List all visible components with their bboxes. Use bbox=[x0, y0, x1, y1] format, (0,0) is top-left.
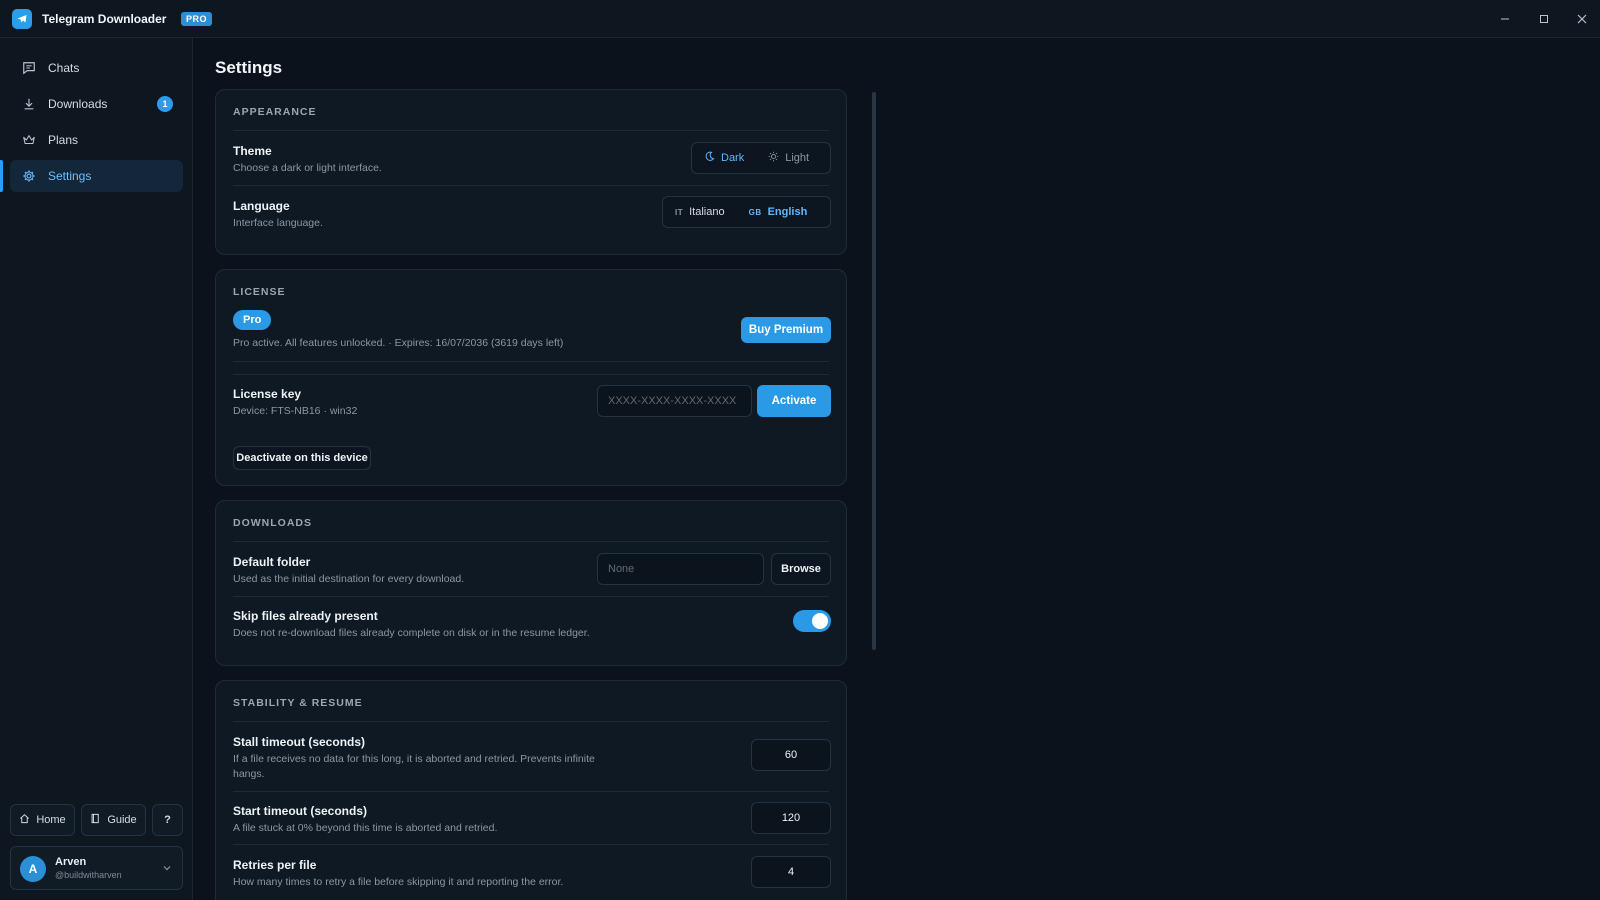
activate-button[interactable]: Activate bbox=[757, 385, 831, 417]
theme-description: Choose a dark or light interface. bbox=[233, 162, 382, 174]
gb-flag-icon: GB bbox=[748, 207, 762, 217]
it-flag-icon: IT bbox=[675, 207, 684, 217]
license-key-label: License key bbox=[233, 387, 302, 401]
minimize-icon[interactable] bbox=[1496, 10, 1514, 28]
scrollbar[interactable] bbox=[872, 92, 876, 650]
skip-files-description: Does not re-download files already compl… bbox=[233, 627, 590, 639]
divider bbox=[233, 844, 829, 845]
language-italiano-option[interactable]: IT Italiano bbox=[663, 197, 737, 227]
plan-badge: Pro bbox=[233, 310, 272, 330]
stall-timeout-description: If a file receives no data for this long… bbox=[233, 753, 595, 780]
guide-label: Guide bbox=[107, 814, 137, 826]
section-title: LICENSE bbox=[233, 286, 286, 298]
license-section: LICENSE Pro Pro active. All features unl… bbox=[215, 269, 847, 486]
help-icon: ? bbox=[164, 814, 171, 826]
sidebar-item-label: Chats bbox=[48, 61, 80, 75]
divider bbox=[233, 374, 829, 375]
downloads-count-badge: 1 bbox=[157, 96, 173, 112]
dark-label: Dark bbox=[721, 152, 745, 164]
chat-icon bbox=[22, 61, 36, 75]
stall-timeout-input[interactable] bbox=[751, 739, 831, 771]
start-timeout-label: Start timeout (seconds) bbox=[233, 804, 368, 818]
guide-button[interactable]: Guide bbox=[81, 804, 146, 836]
sidebar-item-label: Plans bbox=[48, 133, 79, 147]
gear-icon bbox=[22, 169, 36, 183]
license-key-input[interactable] bbox=[597, 385, 752, 417]
user-name: Arven bbox=[55, 856, 87, 868]
divider bbox=[233, 541, 829, 542]
skip-files-label: Skip files already present bbox=[233, 609, 378, 623]
user-profile[interactable]: A Arven @buildwitharven bbox=[10, 846, 183, 890]
divider bbox=[233, 130, 829, 131]
help-button[interactable]: ? bbox=[152, 804, 183, 836]
stability-section: STABILITY & RESUME Stall timeout (second… bbox=[215, 680, 847, 900]
deactivate-button[interactable]: Deactivate on this device bbox=[233, 446, 371, 470]
moon-icon bbox=[704, 151, 715, 165]
theme-toggle: Dark Light bbox=[691, 142, 831, 174]
retries-label: Retries per file bbox=[233, 858, 317, 872]
sidebar-item-settings[interactable]: Settings bbox=[10, 160, 183, 192]
toggle-knob bbox=[812, 613, 828, 629]
retries-description: How many times to retry a file before sk… bbox=[233, 876, 564, 888]
language-toggle: IT Italiano GB English bbox=[662, 196, 831, 228]
sidebar-item-downloads[interactable]: Downloads 1 bbox=[10, 88, 183, 120]
language-english-option[interactable]: GB English bbox=[737, 197, 820, 227]
section-title: STABILITY & RESUME bbox=[233, 697, 363, 709]
section-title: DOWNLOADS bbox=[233, 517, 312, 529]
retries-input[interactable] bbox=[751, 856, 831, 888]
browse-button[interactable]: Browse bbox=[771, 553, 831, 585]
stall-timeout-label: Stall timeout (seconds) bbox=[233, 735, 366, 749]
language-description: Interface language. bbox=[233, 217, 323, 229]
book-icon bbox=[90, 813, 101, 827]
default-folder-input[interactable] bbox=[597, 553, 764, 585]
home-icon bbox=[19, 813, 30, 827]
skip-files-toggle[interactable] bbox=[793, 610, 831, 632]
default-folder-label: Default folder bbox=[233, 555, 311, 569]
start-timeout-input[interactable] bbox=[751, 802, 831, 834]
sidebar-item-chats[interactable]: Chats bbox=[10, 52, 183, 84]
theme-light-option[interactable]: Light bbox=[756, 143, 821, 173]
theme-dark-option[interactable]: Dark bbox=[692, 143, 756, 173]
english-label: English bbox=[767, 206, 808, 218]
language-label: Language bbox=[233, 199, 290, 213]
title-bar: Telegram Downloader PRO bbox=[0, 0, 1600, 38]
buy-premium-button[interactable]: Buy Premium bbox=[741, 317, 831, 343]
downloads-section: DOWNLOADS Default folder Used as the ini… bbox=[215, 500, 847, 666]
sidebar-item-label: Settings bbox=[48, 169, 92, 183]
device-info: Device: FTS-NB16 · win32 bbox=[233, 405, 358, 417]
pro-badge: PRO bbox=[181, 12, 213, 26]
divider bbox=[233, 721, 829, 722]
page-title: Settings bbox=[215, 58, 283, 77]
divider bbox=[233, 596, 829, 597]
user-handle: @buildwitharven bbox=[55, 870, 122, 880]
theme-label: Theme bbox=[233, 144, 272, 158]
download-icon bbox=[22, 97, 36, 111]
divider bbox=[233, 791, 829, 792]
divider bbox=[233, 185, 829, 186]
appearance-section: APPEARANCE Theme Choose a dark or light … bbox=[215, 89, 847, 255]
app-title: Telegram Downloader bbox=[42, 12, 167, 26]
default-folder-description: Used as the initial destination for ever… bbox=[233, 573, 465, 585]
italiano-label: Italiano bbox=[689, 206, 725, 218]
license-status: Pro active. All features unlocked. · Exp… bbox=[233, 337, 564, 349]
close-icon[interactable] bbox=[1573, 10, 1591, 28]
active-nav-indicator bbox=[0, 160, 3, 192]
section-title: APPEARANCE bbox=[233, 106, 317, 118]
home-label: Home bbox=[36, 814, 66, 826]
crown-icon bbox=[22, 133, 36, 147]
sidebar: Chats Downloads 1 Plans Settings Home Gu… bbox=[0, 38, 193, 900]
sidebar-item-label: Downloads bbox=[48, 97, 108, 111]
chevron-down-icon[interactable] bbox=[162, 862, 172, 876]
maximize-icon[interactable] bbox=[1535, 10, 1553, 28]
telegram-logo-icon bbox=[12, 9, 32, 29]
home-button[interactable]: Home bbox=[10, 804, 75, 836]
start-timeout-description: A file stuck at 0% beyond this time is a… bbox=[233, 822, 498, 834]
avatar: A bbox=[20, 856, 46, 882]
light-label: Light bbox=[785, 152, 810, 164]
sidebar-item-plans[interactable]: Plans bbox=[10, 124, 183, 156]
divider bbox=[233, 361, 829, 362]
sun-icon bbox=[768, 151, 779, 165]
